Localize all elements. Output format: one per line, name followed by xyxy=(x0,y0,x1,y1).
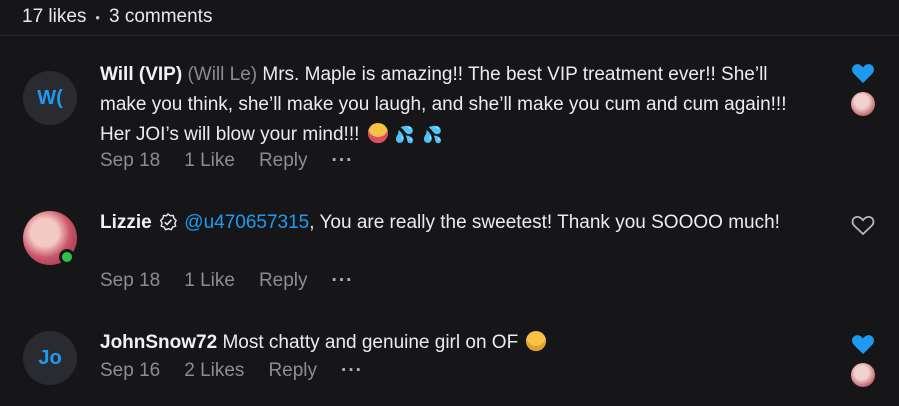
verified-badge-icon xyxy=(159,213,177,231)
post-stats: 17 likes • 3 comments xyxy=(22,5,212,29)
comment-likes-count[interactable]: 1 Like xyxy=(184,270,235,292)
likes-count[interactable]: 17 likes xyxy=(22,6,86,28)
heart-outline-icon[interactable] xyxy=(851,214,875,236)
liker-avatar[interactable] xyxy=(851,363,875,387)
commenter-handle[interactable]: (Will Le) xyxy=(187,64,257,85)
comments-count[interactable]: 3 comments xyxy=(109,6,212,28)
avatar[interactable]: W( xyxy=(23,71,77,125)
comment-date: Sep 18 xyxy=(100,150,161,171)
online-status-indicator xyxy=(59,249,75,265)
comment-likes-count[interactable]: 1 Like xyxy=(184,150,235,172)
comment-body: JohnSnow72 Most chatty and genuine girl … xyxy=(100,328,800,358)
comment-meta: Sep 18 1 Like Reply ··· xyxy=(100,270,378,292)
commenter-name[interactable]: Will (VIP) xyxy=(100,64,182,85)
reply-button[interactable]: Reply xyxy=(259,270,308,292)
avatar-initials: Jo xyxy=(38,346,62,369)
avatar[interactable]: Jo xyxy=(23,331,77,385)
divider xyxy=(0,35,899,36)
comment-text: , You are really the sweetest! Thank you… xyxy=(309,212,780,233)
heart-eyes-emoji-icon xyxy=(526,331,547,351)
comment-body: Lizzie @u470657315, You are really the s… xyxy=(100,208,800,238)
mention-link[interactable]: @u470657315 xyxy=(184,212,309,233)
comment-date: Sep 18 xyxy=(100,270,161,291)
heart-filled-icon[interactable] xyxy=(851,333,875,355)
comment-likes-count[interactable]: 2 Likes xyxy=(184,360,244,382)
more-options-button[interactable]: ··· xyxy=(332,270,354,292)
comment-text: Most chatty and genuine girl on OF xyxy=(222,332,519,353)
more-options-button[interactable]: ··· xyxy=(341,360,363,382)
sweat-droplets-emoji-icon: 💦 xyxy=(422,127,443,144)
liker-avatar[interactable] xyxy=(851,92,875,116)
more-options-button[interactable]: ··· xyxy=(332,150,354,172)
reply-button[interactable]: Reply xyxy=(259,150,308,172)
comment-date: Sep 16 xyxy=(100,360,161,381)
avatar-initials: W( xyxy=(37,86,63,109)
heart-filled-icon[interactable] xyxy=(851,62,875,84)
stats-separator: • xyxy=(95,9,100,25)
comment-body: Will (VIP) (Will Le) Mrs. Maple is amazi… xyxy=(100,60,800,151)
reply-button[interactable]: Reply xyxy=(268,360,317,382)
commenter-name[interactable]: JohnSnow72 xyxy=(100,332,217,353)
comment-meta: Sep 18 1 Like Reply ··· xyxy=(100,150,378,172)
comment-meta: Sep 16 2 Likes Reply ··· xyxy=(100,360,387,382)
grinning-tongue-emoji-icon xyxy=(367,123,388,143)
sweat-droplets-emoji-icon: 💦 xyxy=(394,127,415,144)
commenter-name[interactable]: Lizzie xyxy=(100,212,152,233)
